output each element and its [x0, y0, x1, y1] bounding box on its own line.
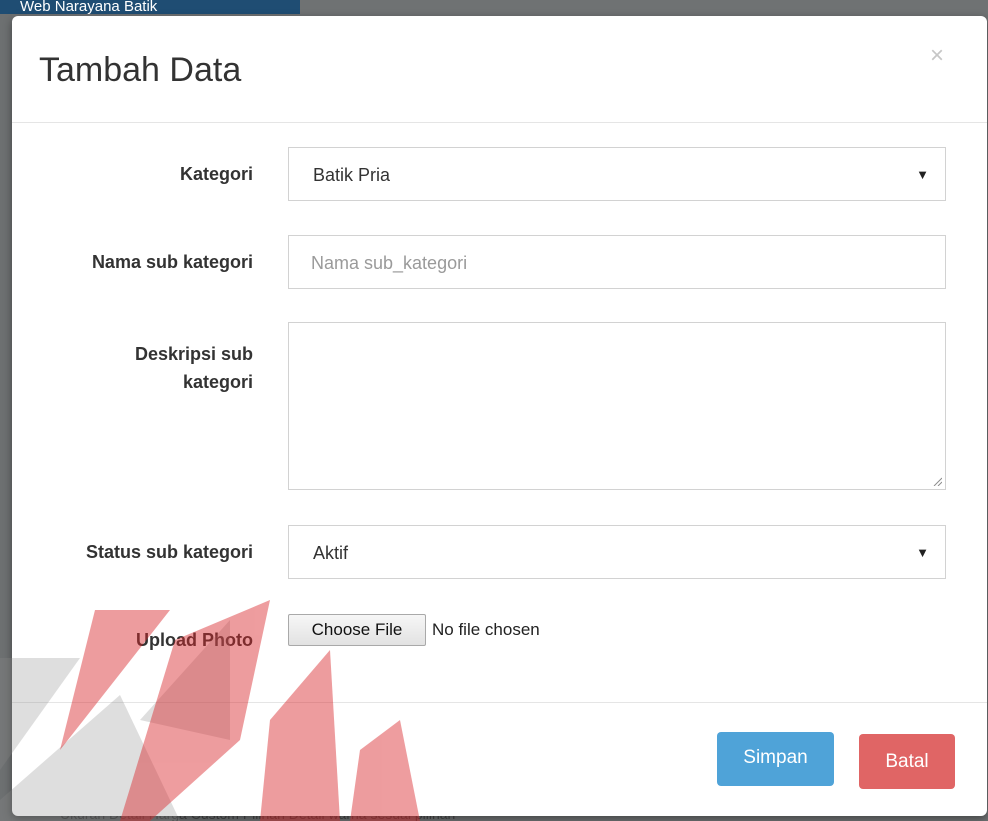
close-icon[interactable]: × — [930, 44, 944, 68]
modal-header: Tambah Data × — [12, 16, 987, 123]
modal-footer — [12, 702, 987, 816]
cancel-button[interactable]: Batal — [859, 734, 955, 789]
deskripsi-sub-kategori-label: Deskripsi sub kategori — [33, 342, 253, 394]
add-data-modal: Tambah Data × Kategori Batik Pria ▼ Nama… — [12, 16, 987, 816]
form-row-status-sub-kategori: Status sub kategori Aktif ▼ — [12, 525, 987, 579]
form-row-kategori: Kategori Batik Pria ▼ — [12, 147, 987, 201]
kategori-label: Kategori — [179, 164, 253, 184]
resize-grip-icon[interactable] — [932, 476, 942, 486]
background-top-bar: Web Narayana Batik — [0, 0, 300, 14]
choose-file-button[interactable]: Choose File — [288, 614, 426, 646]
status-sub-kategori-select[interactable]: Aktif ▼ — [288, 525, 946, 579]
caret-down-icon: ▼ — [916, 545, 929, 560]
modal-title: Tambah Data — [39, 51, 242, 89]
deskripsi-sub-kategori-textarea[interactable] — [288, 322, 946, 490]
caret-down-icon: ▼ — [916, 167, 929, 182]
save-button[interactable]: Simpan — [717, 732, 834, 786]
upload-photo-label: Upload Photo — [136, 630, 253, 650]
deskripsi-label-line1: Deskripsi sub — [134, 344, 253, 364]
kategori-select[interactable]: Batik Pria ▼ — [288, 147, 946, 201]
nama-sub-kategori-placeholder: Nama sub_kategori — [311, 253, 468, 273]
nama-sub-kategori-label: Nama sub kategori — [91, 252, 253, 272]
status-selected-value: Aktif — [313, 543, 349, 563]
kategori-selected-value: Batik Pria — [313, 165, 391, 185]
form-row-nama-sub-kategori: Nama sub kategori Nama sub_kategori — [12, 235, 987, 289]
nama-sub-kategori-input[interactable]: Nama sub_kategori — [288, 235, 946, 289]
deskripsi-label-line2: kategori — [182, 372, 253, 392]
status-sub-kategori-label: Status sub kategori — [85, 542, 253, 562]
form-row-deskripsi-sub-kategori: Deskripsi sub kategori — [12, 322, 987, 490]
background-left-strip — [0, 14, 12, 821]
file-chosen-status: No file chosen — [432, 620, 540, 639]
